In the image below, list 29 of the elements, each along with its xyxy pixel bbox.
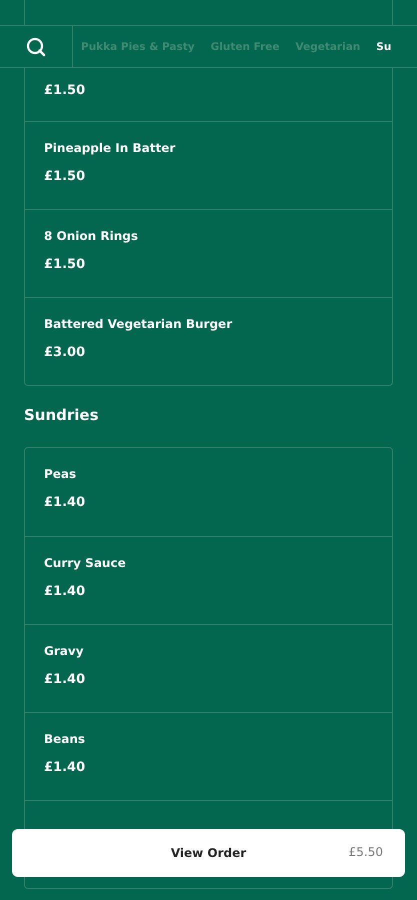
menu-item[interactable]: Pineapple In Batter £1.50 [25, 121, 392, 209]
search-button[interactable] [26, 36, 46, 56]
menu-item[interactable]: Curry Sauce £1.40 [25, 536, 392, 624]
item-name: Peas [44, 467, 78, 481]
menu-item[interactable]: Peas £1.40 [25, 448, 392, 536]
item-price: £3.00 [44, 345, 86, 360]
item-price: £1.40 [44, 760, 86, 775]
item-name: Pineapple In Batter [44, 141, 176, 155]
order-total: £5.50 [348, 845, 383, 859]
category-tab[interactable]: Su [376, 40, 392, 52]
item-price: £1.50 [44, 257, 86, 272]
item-name: 8 Onion Rings [44, 229, 139, 243]
item-name: Battered Vegetarian Burger [44, 317, 234, 331]
menu-item[interactable]: £1.50 [25, 68, 392, 121]
item-price: £1.40 [44, 495, 86, 510]
item-name: Beans [44, 732, 86, 746]
menu-item[interactable]: 8 Onion Rings £1.50 [25, 209, 392, 297]
section-title: Sundries [23, 405, 100, 426]
search-icon [26, 36, 46, 56]
menu-item[interactable]: Gravy £1.40 [25, 624, 392, 712]
item-price: £1.50 [44, 83, 86, 98]
item-name: Curry Sauce [44, 556, 127, 570]
view-order-button[interactable]: View Order £5.50 [12, 829, 405, 877]
item-price: £1.40 [44, 672, 86, 687]
item-price: £1.40 [44, 584, 86, 599]
menu-item[interactable]: Battered Vegetarian Burger £3.00 [25, 297, 392, 385]
menu-item[interactable]: Beans £1.40 [25, 712, 392, 800]
item-name: Gravy [44, 644, 85, 658]
item-price: £1.50 [44, 169, 86, 184]
